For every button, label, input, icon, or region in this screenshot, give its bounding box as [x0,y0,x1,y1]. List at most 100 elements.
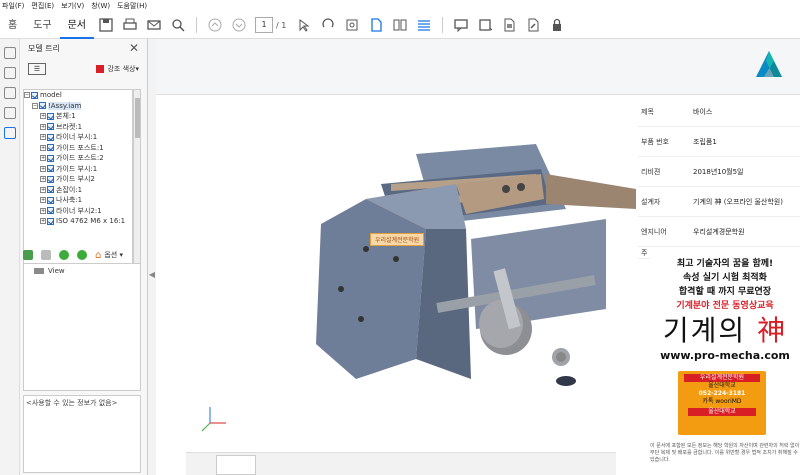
tree-item[interactable]: + 라이너 부시2:1 [24,206,132,217]
view-item-label: View [48,267,65,275]
visibility-checkbox[interactable] [39,102,46,110]
prev-view-icon[interactable] [59,250,69,260]
expand-icon[interactable]: + [40,113,46,120]
tree-item[interactable]: + 가이드 부시:1 [24,164,132,175]
new-view-icon[interactable] [23,250,33,260]
tree-item[interactable]: + 라이너 부시:1 [24,132,132,143]
select-icon[interactable] [295,16,313,34]
single-page-icon[interactable] [367,16,385,34]
view-list-item[interactable]: View [24,264,140,278]
expand-icon[interactable]: + [40,218,46,225]
tree-options-button[interactable]: ☰ [28,63,46,75]
model-label: 우리설계전문학원 [370,233,425,246]
bookmark-icon[interactable] [4,67,16,79]
visibility-checkbox[interactable] [47,154,54,162]
save-icon[interactable] [97,16,115,34]
camera-icon [34,268,44,274]
visibility-checkbox[interactable] [47,165,54,173]
accent-color-swatch [96,65,105,73]
vise-3d-model[interactable] [306,129,646,399]
zoom-icon[interactable] [343,16,361,34]
ad-url: www.pro-mecha.com [660,349,790,362]
save-as-icon[interactable] [476,16,494,34]
tree-item-label: model [40,91,62,100]
tab-home[interactable]: 홈 [0,12,25,39]
tab-tools[interactable]: 도구 [25,12,59,39]
divider [442,17,444,33]
visibility-checkbox[interactable] [47,133,54,141]
close-icon[interactable]: ✕ [129,41,139,55]
collapse-icon[interactable]: − [24,92,30,99]
visibility-checkbox[interactable] [47,217,54,225]
visibility-checkbox[interactable] [47,196,54,204]
tree-scrollbar[interactable] [133,89,141,269]
model-tree-icon[interactable] [4,127,16,139]
options-dropdown[interactable]: 옵션 ▾ [104,250,123,260]
lock-icon[interactable] [548,16,566,34]
collapse-panel-icon[interactable]: ◀ [148,270,156,279]
revision-value: 2018년10월5일 [693,167,744,176]
visibility-checkbox[interactable] [47,186,54,194]
visibility-checkbox[interactable] [47,112,54,120]
comment-icon[interactable] [452,16,470,34]
tree-item[interactable]: + 손잡이:1 [24,185,132,196]
menu-window[interactable]: 창(W) [91,1,110,11]
edit-pdf-icon[interactable] [524,16,542,34]
tab-document[interactable]: 문서 [59,12,95,39]
menu-file[interactable]: 파일(F) [2,1,24,11]
expand-icon[interactable]: + [40,123,46,130]
next-view-icon[interactable] [77,250,87,260]
tree-item[interactable]: + 브라켓:1 [24,122,132,133]
part-number-key: 부품 번호 [641,137,669,146]
menu-view[interactable]: 보기(V) [61,1,84,11]
part-number-value: 조립품1 [693,137,717,146]
expand-icon[interactable]: + [40,186,46,193]
expand-icon[interactable]: + [40,197,46,204]
visibility-checkbox[interactable] [47,175,54,183]
visibility-checkbox[interactable] [47,144,54,152]
tree-item[interactable]: + 나사축:1 [24,195,132,206]
expand-icon[interactable]: + [40,144,46,151]
page-thumbnail[interactable] [216,455,256,475]
scrollbar-thumb[interactable] [135,98,140,138]
home-view-icon[interactable]: ⌂ [95,250,101,261]
tree-item[interactable]: − model [24,90,132,101]
accent-color-dropdown[interactable]: 강조 색상 ▾ [96,64,139,74]
print-icon[interactable] [121,16,139,34]
search-icon[interactable] [169,16,187,34]
tree-item-label: 손잡이:1 [56,185,83,194]
tree-item[interactable]: + 본체:1 [24,111,132,122]
expand-icon[interactable]: + [40,165,46,172]
tree-item-label: 가이드 포스트:2 [56,154,104,163]
expand-icon[interactable]: + [40,155,46,162]
collapse-icon[interactable]: − [32,102,38,109]
rotate-icon[interactable] [319,16,337,34]
expand-icon[interactable]: + [40,207,46,214]
tree-item[interactable]: + 가이드 포스트:2 [24,153,132,164]
info-area: <사용할 수 있는 정보가 없음> [23,395,141,473]
tree-item[interactable]: + ISO 4762 M6 x 16:1 [24,216,132,227]
tree-item[interactable]: − !Assy.iam [24,101,132,112]
tree-item[interactable]: + 가이드 포스트:1 [24,143,132,154]
menu-edit[interactable]: 편집(E) [31,1,54,11]
next-page-icon[interactable] [230,16,248,34]
visibility-checkbox[interactable] [47,207,54,215]
prev-page-icon[interactable] [206,16,224,34]
tree-item-label: 가이드 부시:1 [56,164,98,173]
mail-icon[interactable] [145,16,163,34]
page-number-input[interactable]: 1 [255,17,274,33]
two-page-icon[interactable] [391,16,409,34]
tree-item[interactable]: + 가이드 부시2 [24,174,132,185]
menu-help[interactable]: 도움말(H) [117,1,147,11]
attachment-icon[interactable] [4,87,16,99]
delete-view-icon[interactable] [41,250,51,260]
export-icon[interactable] [500,16,518,34]
layers-icon[interactable] [4,107,16,119]
pages-icon[interactable] [4,47,16,59]
expand-icon[interactable]: + [40,134,46,141]
expand-icon[interactable]: + [40,176,46,183]
visibility-checkbox[interactable] [47,123,54,131]
scroll-mode-icon[interactable] [415,16,433,34]
part-number-row: 부품 번호 조립품1 [638,127,800,157]
visibility-checkbox[interactable] [31,91,38,99]
